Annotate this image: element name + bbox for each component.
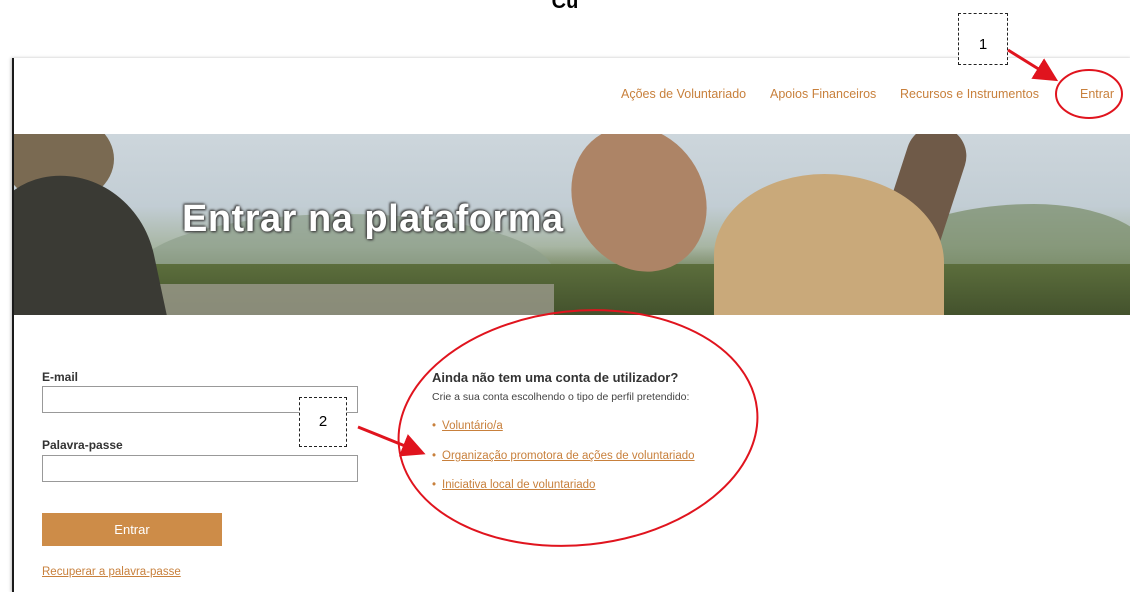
cropped-heading-fragment: Cu xyxy=(551,0,579,13)
nav-item-apoios-financeiros[interactable]: Apoios Financeiros xyxy=(770,87,876,101)
signup-link-voluntario[interactable]: Voluntário/a xyxy=(442,420,503,432)
nav-item-recursos-instrumentos[interactable]: Recursos e Instrumentos xyxy=(900,87,1039,101)
signup-subtitle: Crie a sua conta escolhendo o tipo de pe… xyxy=(432,391,690,403)
signup-link-iniciativa-local[interactable]: Iniciativa local de voluntariado xyxy=(442,479,595,491)
signup-link-organizacao[interactable]: Organização promotora de ações de volunt… xyxy=(442,450,695,462)
password-field[interactable] xyxy=(42,455,358,482)
top-navigation: Ações de Voluntariado Apoios Financeiros… xyxy=(14,58,1130,135)
email-label: E-mail xyxy=(42,370,79,384)
hero-banner: Entrar na plataforma xyxy=(14,134,1130,315)
login-button[interactable]: Entrar xyxy=(42,513,222,546)
recover-password-link[interactable]: Recuperar a palavra-passe xyxy=(42,566,181,578)
bullet-icon: • xyxy=(432,450,437,462)
nav-item-entrar[interactable]: Entrar xyxy=(1080,87,1114,101)
signup-heading: Ainda não tem uma conta de utilizador? xyxy=(432,370,679,385)
bullet-icon: • xyxy=(432,479,437,491)
page-title: Entrar na plataforma xyxy=(182,198,564,240)
callout-label-2: 2 xyxy=(299,397,347,447)
bullet-icon: • xyxy=(432,420,437,432)
callout-label-1: 1 xyxy=(958,13,1008,65)
signup-option: • Organização promotora de ações de volun… xyxy=(432,450,695,462)
signup-option: • Voluntário/a xyxy=(432,420,503,432)
signup-option: • Iniciativa local de voluntariado xyxy=(432,479,595,491)
hero-person-left xyxy=(14,158,171,315)
hero-cliff xyxy=(154,284,554,315)
nav-item-acoes-voluntariado[interactable]: Ações de Voluntariado xyxy=(621,87,746,101)
password-label: Palavra-passe xyxy=(42,438,123,452)
browser-page: Ações de Voluntariado Apoios Financeiros… xyxy=(12,58,1130,592)
